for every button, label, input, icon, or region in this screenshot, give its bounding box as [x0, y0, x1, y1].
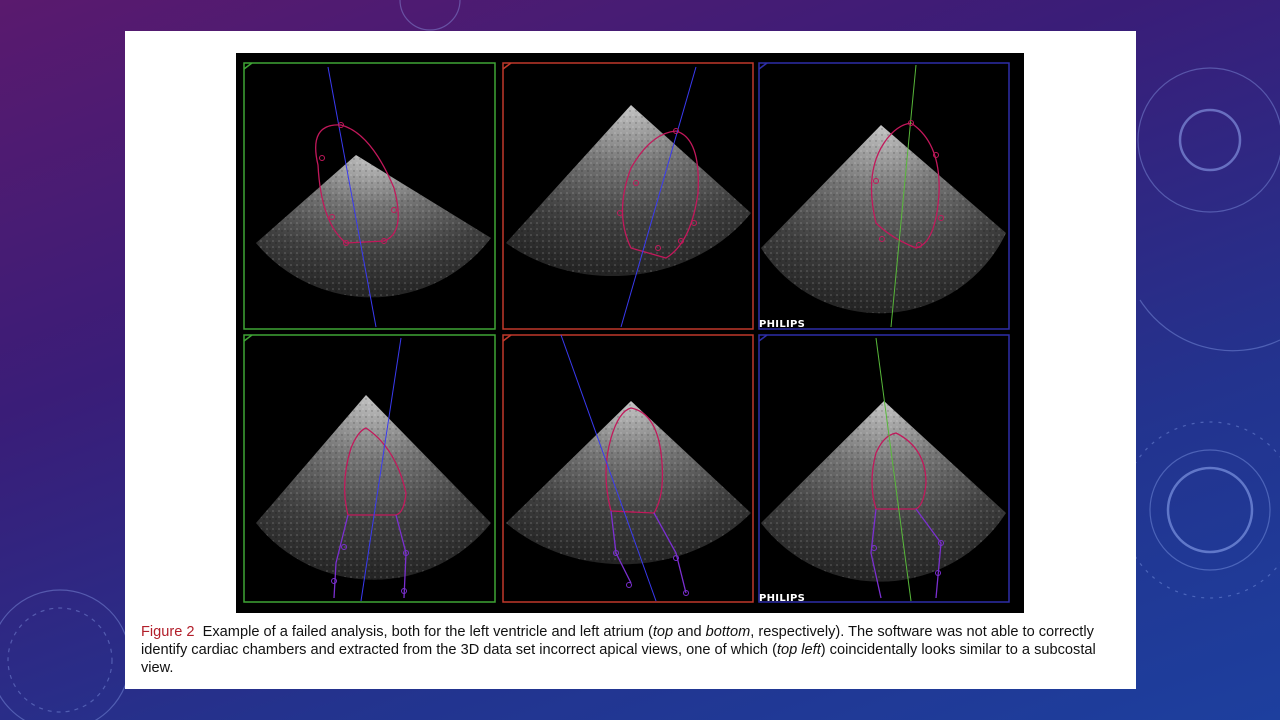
panel-bottom-2 [502, 334, 754, 603]
caption-italic-top: top [652, 624, 674, 640]
panel-bottom-3: PHILIPS [758, 334, 1010, 604]
figure-label: Figure 2 [141, 624, 195, 640]
echo-panels: PHILIPS PHILIPS [243, 62, 1010, 604]
panel-bottom-1 [243, 334, 496, 603]
philips-logo-top: PHILIPS [759, 319, 805, 330]
caption-italic-bottom: bottom [705, 624, 751, 640]
caption-text-2: and [673, 624, 706, 640]
slide-card: PHILIPS PHILIPS Figure 2 Example of a fa… [125, 31, 1136, 689]
figure-caption: Figure 2 Example of a failed analysis, b… [141, 623, 1121, 677]
caption-italic-top-left: top left [776, 642, 821, 658]
panel-top-2 [502, 62, 754, 330]
caption-text-1: Example of a failed analysis, both for t… [202, 624, 653, 640]
echocardiography-figure: PHILIPS PHILIPS [236, 53, 1024, 613]
panel-top-3: PHILIPS [758, 62, 1010, 330]
philips-logo-bottom: PHILIPS [759, 593, 805, 604]
panel-top-1 [243, 62, 496, 330]
